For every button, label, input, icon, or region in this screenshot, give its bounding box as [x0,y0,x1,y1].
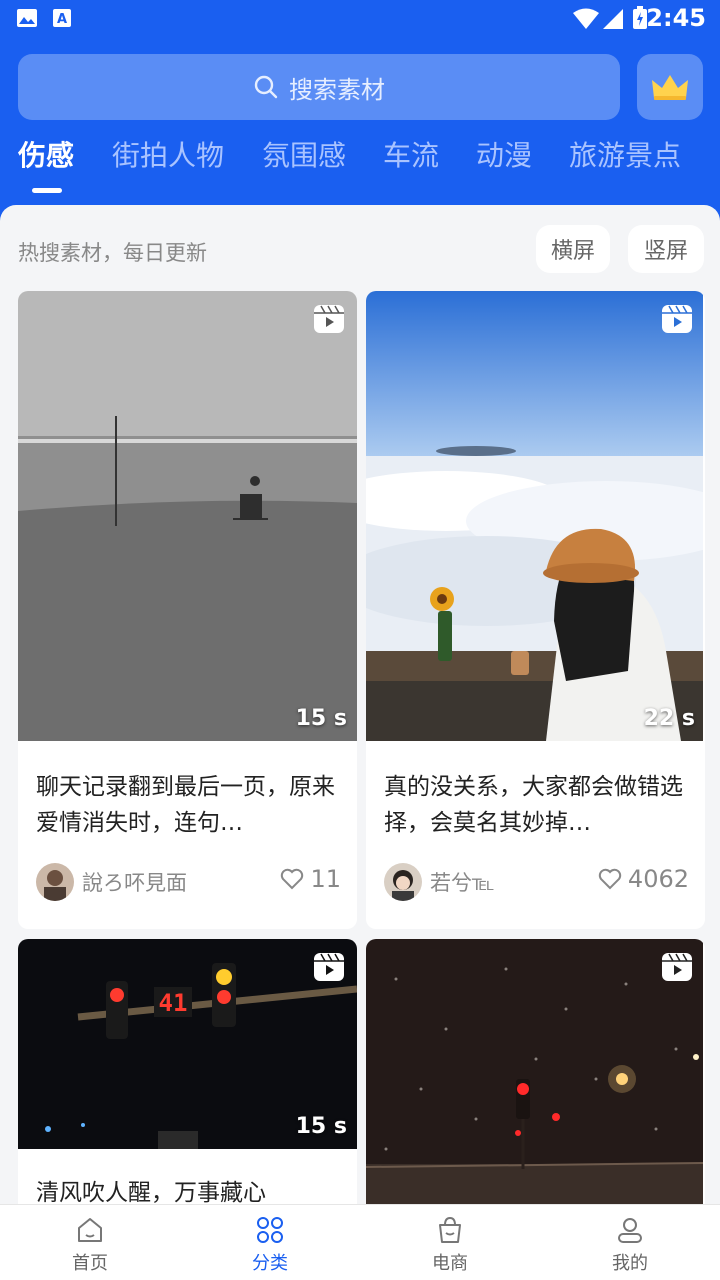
grid-icon [257,1217,283,1243]
heart-icon [281,868,304,890]
svg-text:41: 41 [159,989,188,1017]
card-title: 清风吹人醒，万事藏心 [36,1180,266,1205]
card-title: 聊天记录翻到最后一页，原来爱情消失时，连句… [36,774,335,836]
nav-profile-label: 我的 [612,1253,648,1274]
video-card[interactable]: 41 15 s 清风吹人醒，万事藏心 [18,939,357,1205]
search-placeholder: 搜索素材 [289,75,385,104]
user-icon [618,1218,642,1243]
feed-hint: 热搜素材，每日更新 [18,241,207,265]
author-name: 若兮℡ [430,871,495,895]
crown-icon [652,75,688,100]
heart-icon [598,868,622,890]
nav-category-label: 分类 [252,1253,288,1274]
video-icon [662,953,692,981]
vip-button[interactable] [637,54,703,120]
search-bar[interactable]: 搜索素材 [18,54,620,120]
card-author: 說ろ吥見面 [36,863,187,901]
tab-sad[interactable]: 伤感 [18,134,74,174]
category-tabs: 伤感 街拍人物 氛围感 车流 动漫 旅游景点 [0,134,720,194]
nav-category[interactable]: 分类 [180,1213,360,1275]
video-card[interactable] [366,939,705,1205]
video-icon [314,305,344,333]
like-count: 4062 [627,865,689,893]
video-thumbnail: 15 s [18,291,357,741]
video-card[interactable]: 15 s 聊天记录翻到最后一页，原来爱情消失时，连句… 說ろ吥見面 11 [18,291,357,929]
avatar [384,863,422,901]
wifi-icon [573,8,599,29]
video-card[interactable]: 22 s 真的没关系，大家都会做错选择，会莫名其妙掉… 若兮℡ 4062 [366,291,705,929]
bottom-navigation: 首页 分类 电商 我的 [0,1204,720,1280]
video-thumbnail [366,939,705,1205]
like-counter[interactable]: 4062 [598,865,689,893]
video-thumbnail: 22 s [366,291,705,741]
tab-atmosphere[interactable]: 氛围感 [262,134,346,174]
nav-home[interactable]: 首页 [0,1213,180,1275]
video-duration: 15 s [295,1114,347,1139]
svg-text:A: A [57,12,67,27]
like-counter[interactable]: 11 [280,865,341,893]
image-notification-icon [17,9,37,27]
avatar [36,863,74,901]
portrait-filter-button[interactable]: 竖屏 [628,225,704,273]
header: A 2:45 搜索素材 伤感 街拍人物 氛围感 车流 动漫 旅游景点 [0,0,720,230]
card-author: 若兮℡ [384,863,495,901]
search-icon [254,75,278,99]
tab-anime[interactable]: 动漫 [476,134,532,174]
like-count: 11 [310,865,341,893]
tab-travel[interactable]: 旅游景点 [569,134,681,174]
signal-icon [603,9,623,29]
video-thumbnail: 41 15 s [18,939,357,1149]
active-tab-indicator [32,188,62,193]
video-duration: 22 s [643,706,695,731]
tab-traffic[interactable]: 车流 [383,134,439,174]
video-icon [314,953,344,981]
author-name: 說ろ吥見面 [82,871,187,895]
card-title: 真的没关系，大家都会做错选择，会莫名其妙掉… [384,774,683,836]
nav-profile[interactable]: 我的 [540,1213,720,1275]
nav-shop-label: 电商 [432,1253,468,1274]
video-icon [662,305,692,333]
tab-street-portrait[interactable]: 街拍人物 [112,134,224,174]
material-feed: 热搜素材，每日更新 横屏 竖屏 15 s 聊天记录翻到最后一页，原来爱情消失时，… [0,205,720,1205]
status-time: 2:45 [646,4,706,32]
app-notification-icon: A [53,9,71,27]
home-icon [78,1218,102,1242]
nav-home-label: 首页 [72,1253,108,1274]
status-bar: A 2:45 [0,0,720,36]
video-duration: 15 s [295,706,347,731]
shopping-bag-icon [439,1216,461,1243]
nav-shop[interactable]: 电商 [360,1213,540,1275]
landscape-filter-button[interactable]: 横屏 [536,225,610,273]
